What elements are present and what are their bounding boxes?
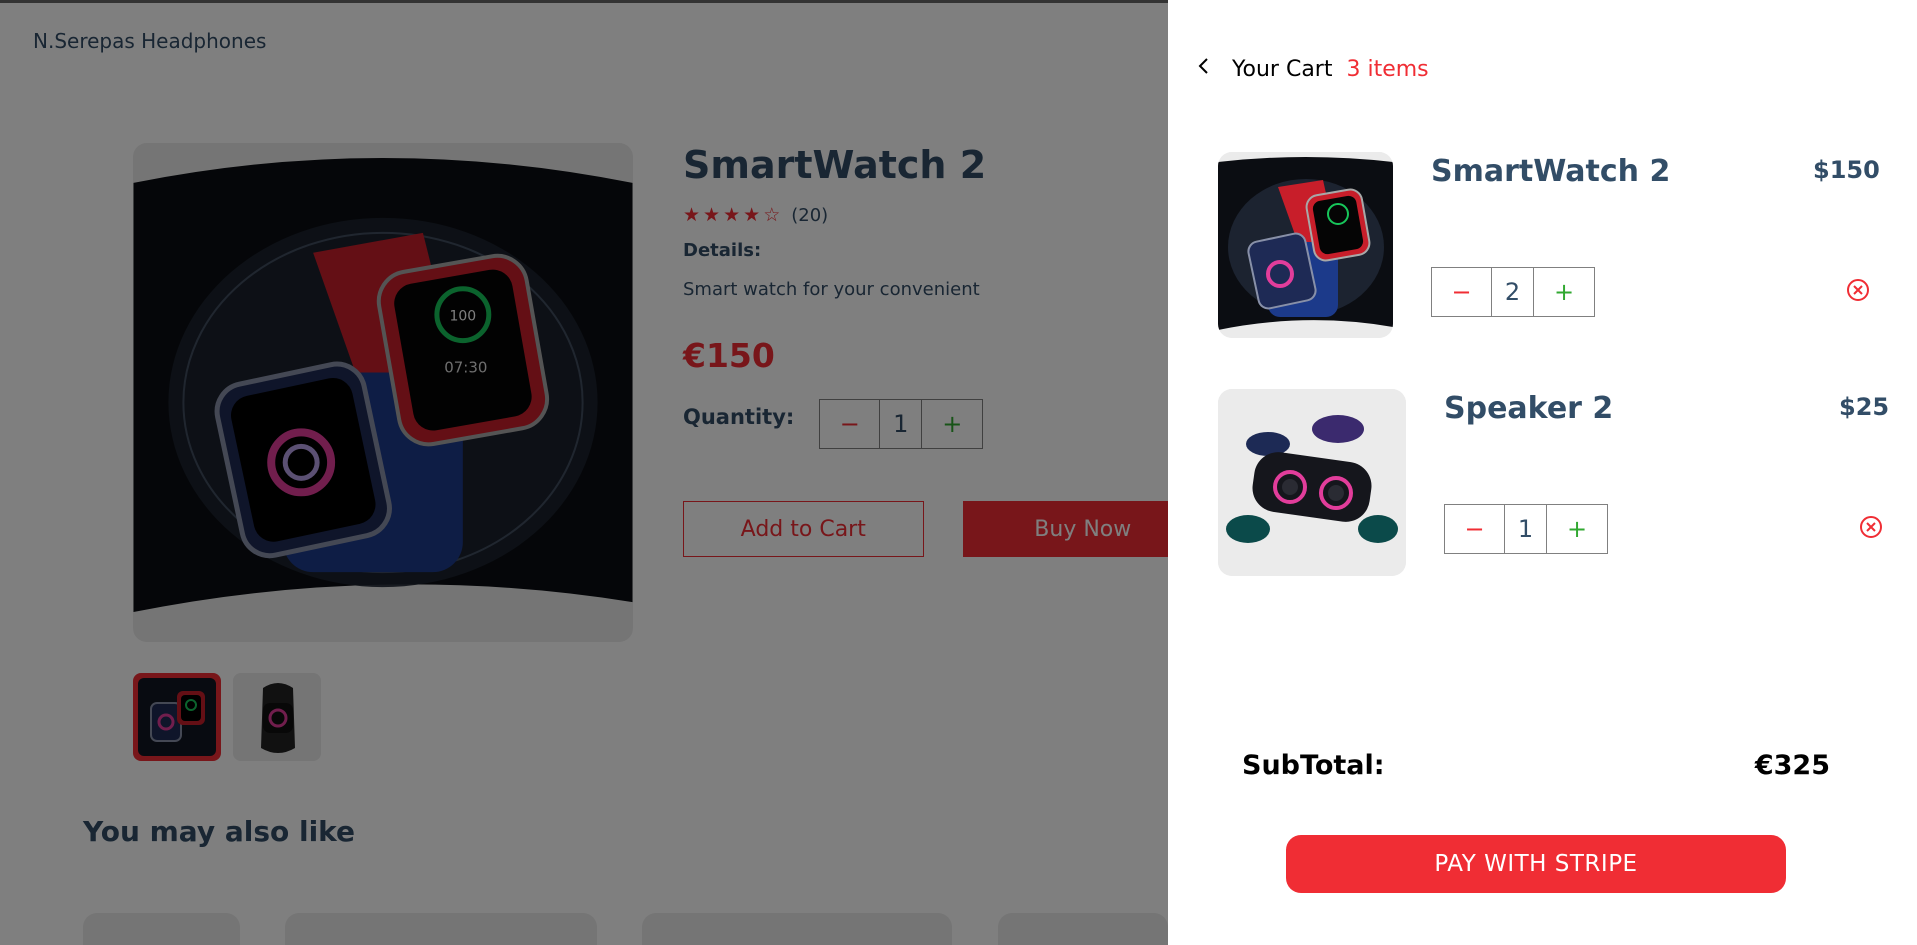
subtotal-label: SubTotal:	[1242, 750, 1385, 781]
subtotal-value: €325	[1754, 750, 1830, 781]
cart-quantity-stepper: − 1 +	[1444, 504, 1608, 554]
quantity-value: 1	[1505, 505, 1547, 553]
cart-item-image	[1218, 152, 1393, 338]
chevron-left-icon[interactable]	[1196, 56, 1212, 82]
increase-button[interactable]: +	[1534, 268, 1594, 316]
close-circle-icon[interactable]	[1858, 514, 1884, 540]
close-circle-icon[interactable]	[1845, 277, 1871, 303]
decrease-button[interactable]: −	[1432, 268, 1492, 316]
cart-item-price: $150	[1813, 156, 1880, 184]
pay-with-stripe-button[interactable]: PAY WITH STRIPE	[1286, 835, 1786, 893]
cart-item-name: SmartWatch 2	[1431, 154, 1671, 189]
cart-drawer: Your Cart 3 items SmartWatch 2 $150 − 2 …	[1168, 0, 1917, 945]
cart-item: SmartWatch 2 $150 − 2 +	[1218, 152, 1898, 338]
cart-item: Speaker 2 $25 − 1 +	[1218, 389, 1898, 576]
cart-title: Your Cart	[1232, 56, 1333, 82]
cart-item-price: $25	[1839, 393, 1890, 421]
increase-button[interactable]: +	[1547, 505, 1607, 553]
cart-item-image	[1218, 389, 1406, 576]
cart-quantity-stepper: − 2 +	[1431, 267, 1595, 317]
decrease-button[interactable]: −	[1445, 505, 1505, 553]
subtotal-row: SubTotal: €325	[1242, 750, 1830, 781]
cart-heading[interactable]: Your Cart 3 items	[1196, 56, 1429, 82]
quantity-value: 2	[1492, 268, 1534, 316]
cart-item-count: 3 items	[1346, 56, 1429, 82]
cart-item-name: Speaker 2	[1444, 391, 1614, 426]
